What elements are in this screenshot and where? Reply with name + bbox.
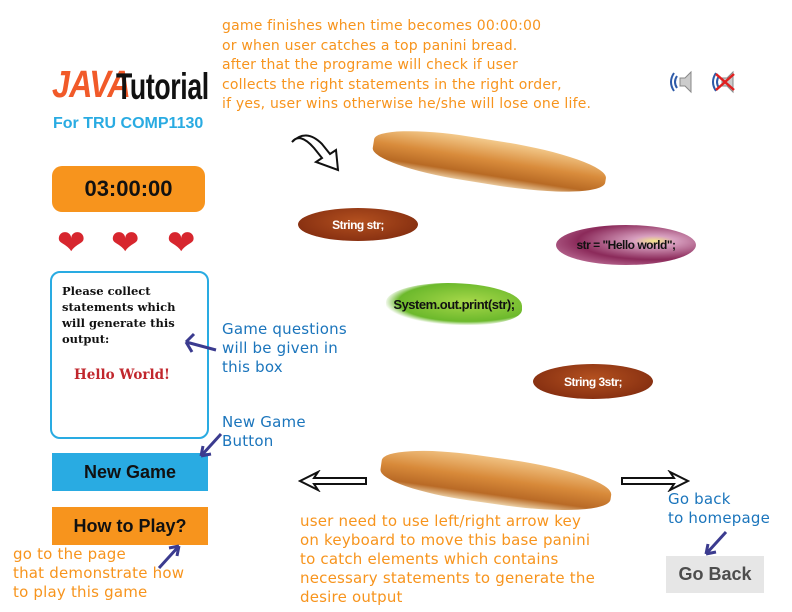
food-item-label: String 3str;: [563, 374, 623, 389]
food-item-onion: str = "Hello world";: [556, 225, 696, 265]
go-back-label: Go Back: [678, 564, 752, 584]
question-prompt: Please collect statements which will gen…: [62, 284, 176, 346]
timer-value: 03:00:00: [84, 176, 173, 201]
base-panini-bread[interactable]: [377, 442, 615, 520]
timer: 03:00:00: [52, 166, 205, 212]
annotation-arrow-icon: [184, 332, 217, 353]
heart-icon: ❤: [57, 223, 86, 263]
annotation-go-back: Go back to homepage: [668, 490, 771, 527]
top-panini-bread: [370, 121, 609, 203]
food-item-sausage: String str;: [298, 208, 418, 241]
go-back-button[interactable]: Go Back: [666, 556, 764, 593]
how-to-play-label: How to Play?: [73, 515, 187, 536]
annotation-question-box: Game questions will be given in this box: [222, 320, 347, 376]
annotation-arrow-icon: [704, 530, 728, 556]
logo-subtitle: For TRU COMP1130: [53, 115, 204, 132]
logo: JAVA Tutorial: [52, 64, 212, 107]
food-item-lettuce: System.out.print(str);: [386, 283, 522, 325]
right-arrow-icon: [621, 470, 690, 492]
food-item-label: System.out.print(str);: [393, 296, 515, 312]
new-game-button[interactable]: New Game: [52, 453, 208, 491]
logo-tutorial: Tutorial: [116, 66, 209, 107]
speaker-on-icon[interactable]: [668, 68, 696, 96]
expected-output: Hello World!: [74, 367, 170, 383]
heart-icon: ❤: [167, 223, 196, 263]
annotation-arrow-icon: [199, 432, 223, 458]
annotation-new-game: New Game Button: [222, 413, 306, 450]
curved-arrow-icon: [291, 134, 340, 172]
food-item-sausage: String 3str;: [533, 364, 653, 399]
annotation-game-rules: game finishes when time becomes 00:00:00…: [222, 18, 592, 112]
annotation-controls: user need to use left/right arrow key on…: [300, 512, 596, 606]
speaker-muted-icon[interactable]: [710, 68, 738, 96]
new-game-label: New Game: [83, 461, 177, 482]
heart-icon: ❤: [111, 223, 140, 263]
left-arrow-icon: [298, 470, 367, 492]
annotation-how-to-play: go to the page that demonstrate how to p…: [13, 545, 185, 601]
food-item-label: String str;: [332, 217, 384, 232]
food-item-label: str = "Hello world";: [576, 238, 676, 252]
